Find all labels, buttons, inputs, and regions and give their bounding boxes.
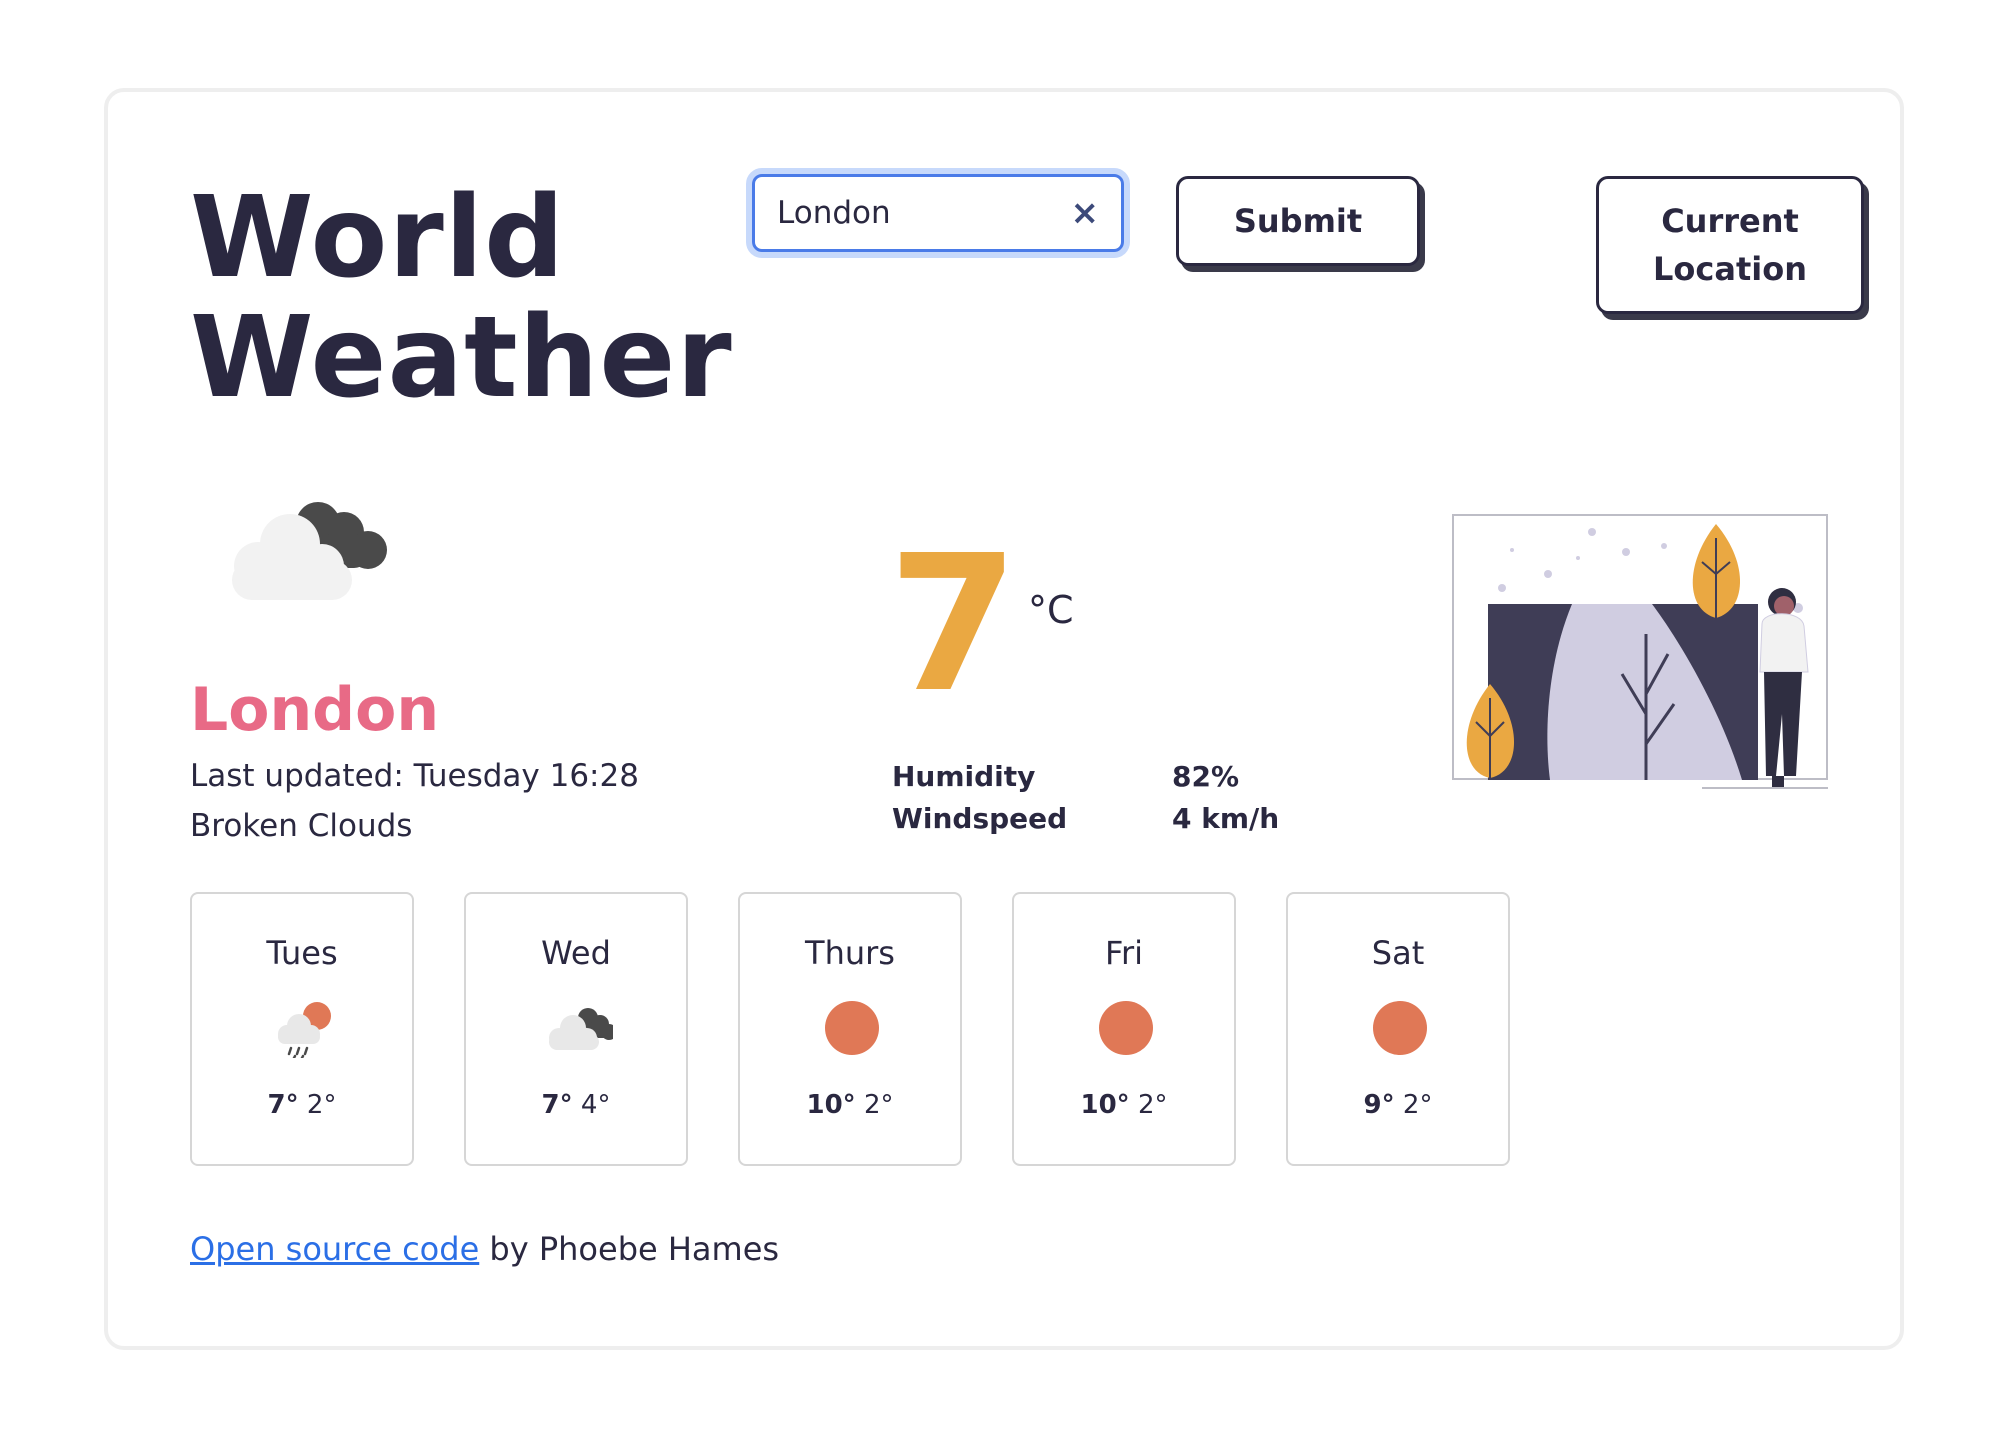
search-box: ×	[746, 168, 1130, 258]
footer-author: by Phoebe Hames	[479, 1230, 780, 1268]
forecast-high: 7°	[267, 1090, 299, 1120]
forecast-day-card: Fri 10° 2°	[1012, 892, 1236, 1166]
sun-icon	[1099, 1001, 1153, 1055]
location-label-line-2: Location	[1653, 250, 1807, 288]
forecast-low: 2°	[863, 1090, 894, 1120]
forecast-low: 2°	[306, 1090, 337, 1120]
forecast-day-card: Thurs 10° 2°	[738, 892, 962, 1166]
sun-icon	[825, 1001, 879, 1055]
forecast-high: 9°	[1363, 1090, 1395, 1120]
forecast-high: 10°	[1080, 1090, 1130, 1120]
humidity-label: Humidity	[892, 760, 1036, 793]
footer: Open source code by Phoebe Hames	[190, 1230, 779, 1268]
weather-description: Broken Clouds	[190, 808, 413, 844]
sun-icon	[1373, 1001, 1427, 1055]
forecast-day-name: Tues	[266, 934, 338, 972]
current-temperature: 7	[888, 515, 1019, 734]
autumn-illustration	[1452, 514, 1828, 789]
broken-clouds-icon	[232, 502, 387, 600]
forecast-temps: 7° 2°	[192, 1090, 412, 1120]
forecast-temps: 7° 4°	[466, 1090, 686, 1120]
forecast-low: 2°	[1137, 1090, 1168, 1120]
last-updated: Last updated: Tuesday 16:28	[190, 758, 639, 794]
location-label-line-1: Current	[1661, 202, 1799, 240]
current-location-button[interactable]: Current Location	[1596, 176, 1864, 314]
forecast-temps: 10° 2°	[1014, 1090, 1234, 1120]
forecast-day-card: Tues 7° 2°	[190, 892, 414, 1166]
open-source-link[interactable]: Open source code	[190, 1230, 479, 1268]
search-input[interactable]	[777, 185, 1047, 241]
forecast-day-card: Sat 9° 2°	[1286, 892, 1510, 1166]
title-line-1: World	[190, 173, 566, 303]
forecast-day-name: Fri	[1104, 934, 1144, 972]
forecast-day-name: Thurs	[805, 934, 895, 972]
rain-sun-icon	[278, 1002, 331, 1058]
page-title: World Weather	[190, 178, 733, 418]
broken-clouds-icon	[549, 1008, 613, 1050]
forecast-day-name: Sat	[1371, 934, 1425, 972]
windspeed-value: 4 km/h	[1172, 802, 1280, 835]
forecast-high: 7°	[541, 1090, 573, 1120]
search-focus-ring: ×	[752, 174, 1124, 252]
forecast-high: 10°	[806, 1090, 856, 1120]
temperature-unit: °C	[1028, 588, 1074, 632]
humidity-value: 82%	[1172, 760, 1240, 793]
city-name: London	[190, 675, 440, 745]
forecast-temps: 9° 2°	[1288, 1090, 1508, 1120]
windspeed-label: Windspeed	[892, 802, 1068, 835]
clear-icon[interactable]: ×	[1071, 190, 1100, 236]
forecast-temps: 10° 2°	[740, 1090, 960, 1120]
forecast-day-card: Wed 7° 4°	[464, 892, 688, 1166]
submit-button[interactable]: Submit	[1176, 176, 1420, 266]
forecast-low: 4°	[580, 1090, 611, 1120]
title-line-2: Weather	[190, 293, 733, 423]
forecast-low: 2°	[1402, 1090, 1433, 1120]
forecast-day-name: Wed	[541, 934, 611, 972]
